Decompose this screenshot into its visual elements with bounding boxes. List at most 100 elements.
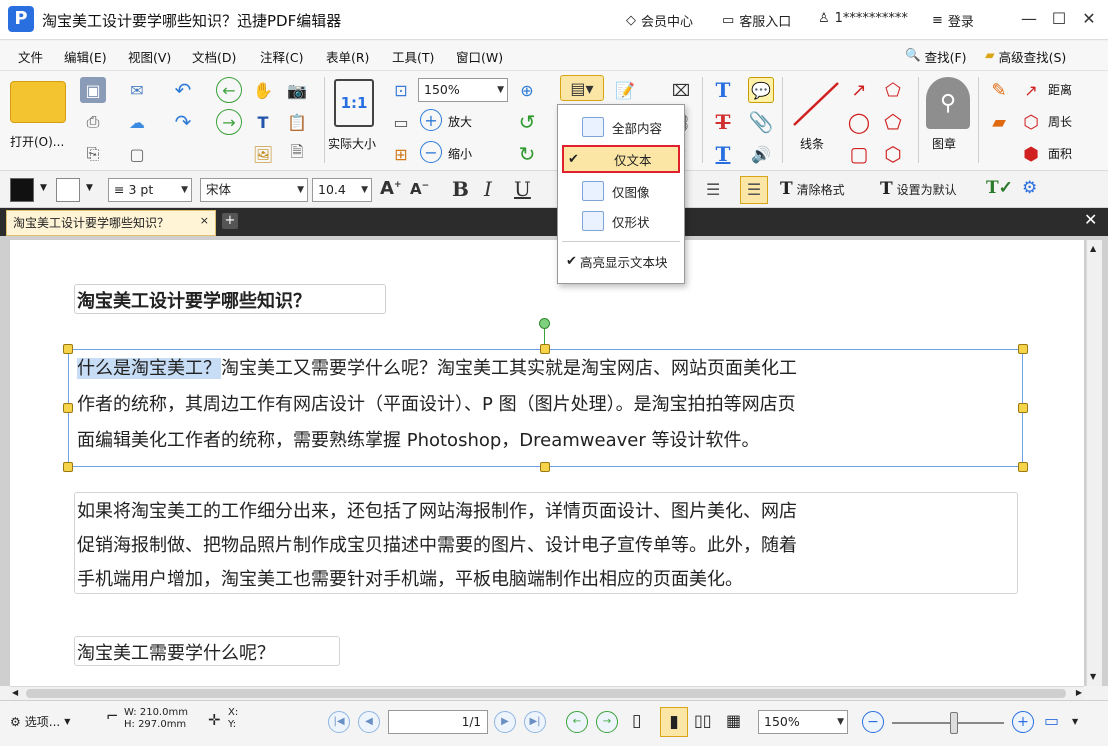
- customer-service-link[interactable]: ▭ 客服入口: [722, 11, 791, 30]
- last-page-icon[interactable]: ▶|: [524, 711, 546, 733]
- rotate-handle[interactable]: [539, 318, 550, 329]
- sound-icon[interactable]: 🔊: [748, 141, 774, 167]
- distance-icon[interactable]: ↗: [1018, 77, 1044, 103]
- resize-handle-tm[interactable]: [540, 344, 550, 354]
- minimize-icon[interactable]: —: [1018, 8, 1040, 30]
- status-zoom-out-icon[interactable]: −: [862, 711, 884, 733]
- back-icon[interactable]: ←: [216, 77, 242, 103]
- login-menu[interactable]: ≡ 登录: [932, 11, 974, 30]
- status-zoom-combo[interactable]: 150% ▼: [758, 710, 848, 734]
- resize-handle-ml[interactable]: [63, 403, 73, 413]
- horizontal-scrollbar[interactable]: ◀ ▶: [10, 686, 1084, 700]
- menu-window[interactable]: 窗口(W): [456, 47, 503, 66]
- select-content-dropdown-button[interactable]: ▤▾: [560, 75, 604, 101]
- zoom-out-icon[interactable]: −: [420, 141, 442, 163]
- snapshot-icon[interactable]: 📷: [284, 77, 310, 103]
- paste-icon[interactable]: 📋: [284, 109, 310, 135]
- distance-label[interactable]: 距离: [1048, 81, 1072, 98]
- properties-icon[interactable]: ⚙: [1022, 178, 1037, 198]
- actual-size-icon[interactable]: 1:1: [334, 79, 374, 127]
- zoom-in-label[interactable]: 放大: [448, 113, 472, 130]
- menu-item-shape-only[interactable]: 仅形状: [558, 207, 684, 235]
- continuous-page-icon[interactable]: ▮: [660, 707, 688, 737]
- stroke-color-swatch[interactable]: [10, 178, 34, 202]
- scroll-thumb[interactable]: [26, 689, 1066, 698]
- arrow-tool-icon[interactable]: ↗: [846, 77, 872, 103]
- vertical-scrollbar[interactable]: ▲ ▼: [1086, 240, 1102, 686]
- area-icon[interactable]: ⬢: [1018, 141, 1044, 167]
- options-button[interactable]: ⚙ 选项... ▼: [10, 713, 70, 730]
- polygon-tool-icon[interactable]: ⬠: [880, 109, 906, 135]
- hand-icon[interactable]: ✋: [250, 77, 276, 103]
- heading1-block[interactable]: 淘宝美工设计要学哪些知识？: [74, 284, 386, 314]
- fit-page-icon[interactable]: ⊡: [388, 77, 414, 103]
- zoom-slider-thumb[interactable]: [950, 712, 958, 734]
- forward-icon[interactable]: →: [216, 109, 242, 135]
- close-doc-icon[interactable]: ✕: [1084, 210, 1097, 229]
- nav-forward-icon[interactable]: →: [596, 711, 618, 733]
- zoom-tool-icon[interactable]: ⊕: [514, 77, 540, 103]
- font-size-combo[interactable]: 10.4 ▼: [312, 178, 372, 202]
- heading2-block[interactable]: 淘宝美工需要学什么呢？: [74, 636, 340, 666]
- email-icon[interactable]: ✉: [124, 77, 150, 103]
- stamp-label[interactable]: 图章: [932, 135, 956, 152]
- underline-text-icon[interactable]: T: [710, 141, 736, 167]
- menu-item-all-content[interactable]: 全部内容: [558, 113, 684, 141]
- ellipse-tool-icon[interactable]: ◯: [846, 109, 872, 135]
- image-edit-icon[interactable]: 🖼: [250, 141, 276, 167]
- para2-block[interactable]: 如果将淘宝美工的工作细分出来，还包括了网站海报制作，详情页面设计、图片美化、网店…: [74, 492, 1018, 594]
- eraser-icon[interactable]: ▰: [986, 109, 1012, 135]
- text-check-icon[interactable]: T✓: [986, 178, 1013, 198]
- menu-item-text-only[interactable]: ✔ 仅文本: [562, 145, 680, 173]
- perimeter-icon[interactable]: ⬡: [1018, 109, 1044, 135]
- font-combo[interactable]: 宋体 ▼: [200, 178, 308, 202]
- chevron-down-icon[interactable]: ▼: [40, 183, 47, 193]
- cloud-shape-icon[interactable]: ⬡: [880, 141, 906, 167]
- menu-view[interactable]: 视图(V): [128, 47, 171, 66]
- grow-font-icon[interactable]: A+: [380, 178, 401, 199]
- export-icon[interactable]: ⎘: [80, 141, 106, 167]
- fit-width-icon[interactable]: ▭: [388, 109, 414, 135]
- fullscreen-icon[interactable]: ▭: [1044, 711, 1059, 730]
- scroll-up-icon[interactable]: ▲: [1090, 244, 1096, 253]
- pencil-icon[interactable]: ✎: [986, 77, 1012, 103]
- document-tab[interactable]: 淘宝美工设计要学哪些知识？ ×: [6, 210, 216, 236]
- edit-content-icon[interactable]: 📝: [612, 77, 638, 103]
- attach-icon[interactable]: 📎: [748, 109, 774, 135]
- menu-edit[interactable]: 编辑(E): [64, 47, 107, 66]
- area-label[interactable]: 面积: [1048, 145, 1072, 162]
- continuous-facing-icon[interactable]: ▦: [726, 711, 741, 730]
- find-doc-icon[interactable]: 🗎: [284, 141, 310, 167]
- new-doc-icon[interactable]: ▢: [124, 141, 150, 167]
- justify-icon[interactable]: ☰: [740, 176, 768, 204]
- zoom-in-icon[interactable]: +: [420, 109, 442, 131]
- fit-visible-icon[interactable]: ⊞: [388, 141, 414, 167]
- maximize-icon[interactable]: ☐: [1048, 8, 1070, 30]
- fill-color-swatch[interactable]: [56, 178, 80, 202]
- resize-handle-bl[interactable]: [63, 462, 73, 472]
- rotate-right-icon[interactable]: ↻: [514, 141, 540, 167]
- next-page-icon[interactable]: ▶: [494, 711, 516, 733]
- clear-format-button[interactable]: T 清除格式: [780, 179, 845, 199]
- menu-item-image-only[interactable]: 仅图像: [558, 177, 684, 205]
- zoom-combo[interactable]: 150% ▼: [418, 78, 508, 102]
- line-tool-icon[interactable]: [790, 79, 842, 129]
- resize-handle-bm[interactable]: [540, 462, 550, 472]
- align-right-icon[interactable]: ☰: [706, 180, 720, 199]
- single-page-icon[interactable]: ▯: [632, 711, 641, 731]
- actual-size-label[interactable]: 实际大小: [328, 135, 376, 152]
- perimeter-label[interactable]: 周长: [1048, 113, 1072, 130]
- undo-icon[interactable]: ↶: [170, 77, 196, 103]
- search-button[interactable]: 🔍 查找(F): [905, 47, 967, 66]
- set-default-button[interactable]: T 设置为默认: [880, 179, 957, 199]
- scroll-right-icon[interactable]: ▶: [1076, 688, 1082, 697]
- underline-icon[interactable]: U: [514, 177, 531, 201]
- advanced-search-button[interactable]: ▰ 高级查找(S): [985, 47, 1066, 66]
- save-icon[interactable]: ▣: [80, 77, 106, 103]
- menu-tools[interactable]: 工具(T): [392, 47, 434, 66]
- menu-document[interactable]: 文档(D): [192, 47, 236, 66]
- text-box-icon[interactable]: ⌧: [668, 77, 694, 103]
- menu-comment[interactable]: 注释(C): [260, 47, 303, 66]
- resize-handle-tl[interactable]: [63, 344, 73, 354]
- stamp-icon[interactable]: ⚲: [926, 77, 970, 129]
